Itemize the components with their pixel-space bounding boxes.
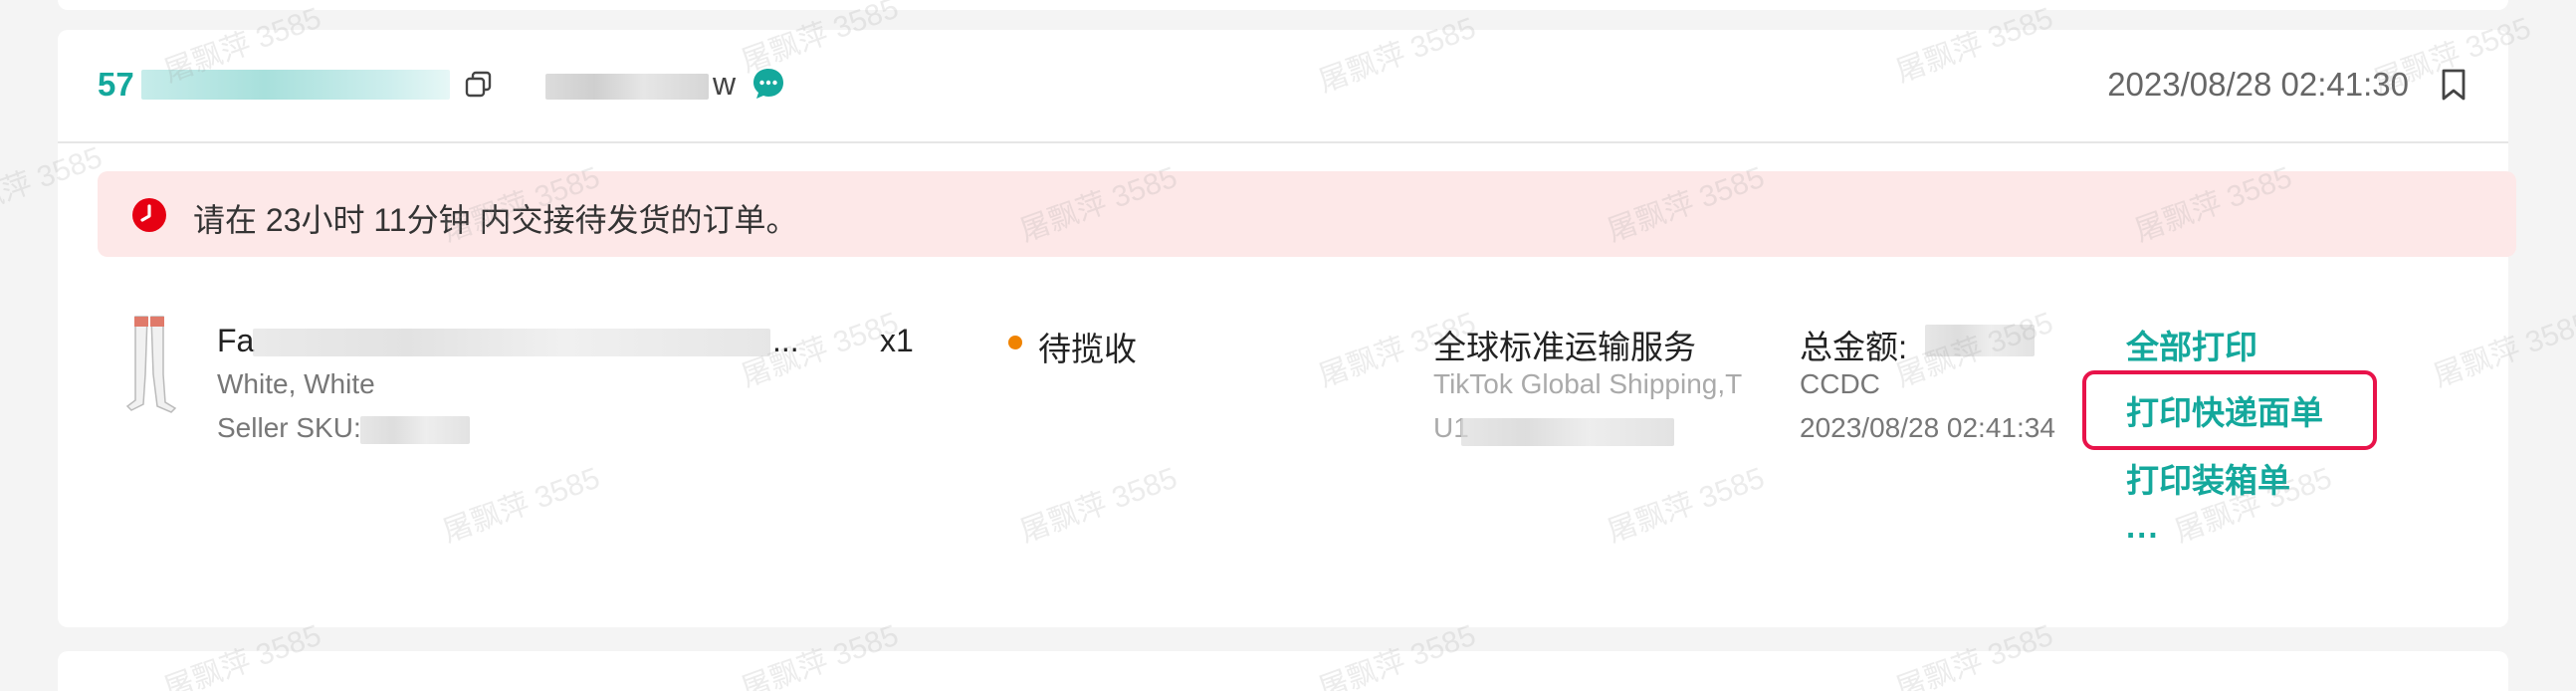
product-name-ellipsis: ... <box>772 323 799 358</box>
shipping-service: 全球标准运输服务 <box>1433 329 1696 365</box>
buyer-name-redacted <box>545 74 709 100</box>
next-order-card <box>58 651 2508 691</box>
total-amount-redacted <box>1925 325 2035 356</box>
shipping-provider: TikTok Global Shipping,T <box>1433 368 1743 399</box>
print-all-button[interactable]: 全部打印 <box>2126 321 2257 368</box>
previous-order-card <box>58 0 2508 10</box>
product-quantity: x1 <box>880 323 914 358</box>
total-amount-label: 总金额: <box>1800 329 1908 365</box>
order-card: 57 w 2023/08/28 02:41:30 请在 23小时 11分钟 内交… <box>58 30 2516 627</box>
product-variant: White, White <box>217 368 375 399</box>
order-list-page: 57 w 2023/08/28 02:41:30 请在 23小时 11分钟 内交… <box>0 0 2576 691</box>
copy-icon[interactable] <box>464 70 494 100</box>
more-actions-button[interactable]: ... <box>2126 508 2160 546</box>
tracking-number-redacted <box>1461 418 1674 446</box>
print-express-label-button[interactable]: 打印快递面单 <box>2126 386 2323 434</box>
product-name[interactable]: Fa <box>217 323 254 359</box>
status-dot-icon <box>1008 336 1022 349</box>
order-id[interactable]: 57 <box>98 66 134 104</box>
payment-time: 2023/08/28 02:41:34 <box>1800 412 2055 443</box>
shipping-deadline-alert: 请在 23小时 11分钟 内交接待发货的订单。 <box>98 171 2516 257</box>
product-thumbnail[interactable] <box>117 315 181 414</box>
order-id-redacted <box>141 70 450 100</box>
bookmark-icon[interactable] <box>2439 68 2469 102</box>
order-created-time: 2023/08/28 02:41:30 <box>2107 66 2409 103</box>
buyer-name-suffix: w <box>713 66 737 102</box>
alert-message: 请在 23小时 11分钟 内交接待发货的订单。 <box>193 202 798 238</box>
product-seller-sku: Seller SKU: <box>217 412 361 443</box>
product-name-redacted <box>253 329 770 356</box>
clock-icon <box>132 198 166 232</box>
print-packing-slip-button[interactable]: 打印装箱单 <box>2126 454 2290 502</box>
chat-icon[interactable] <box>751 66 786 102</box>
seller-sku-redacted <box>360 416 470 444</box>
order-status: 待揽收 <box>1038 331 1137 367</box>
amount-currency: CCDC <box>1800 368 1880 399</box>
order-header: 57 w 2023/08/28 02:41:30 <box>58 30 2508 143</box>
